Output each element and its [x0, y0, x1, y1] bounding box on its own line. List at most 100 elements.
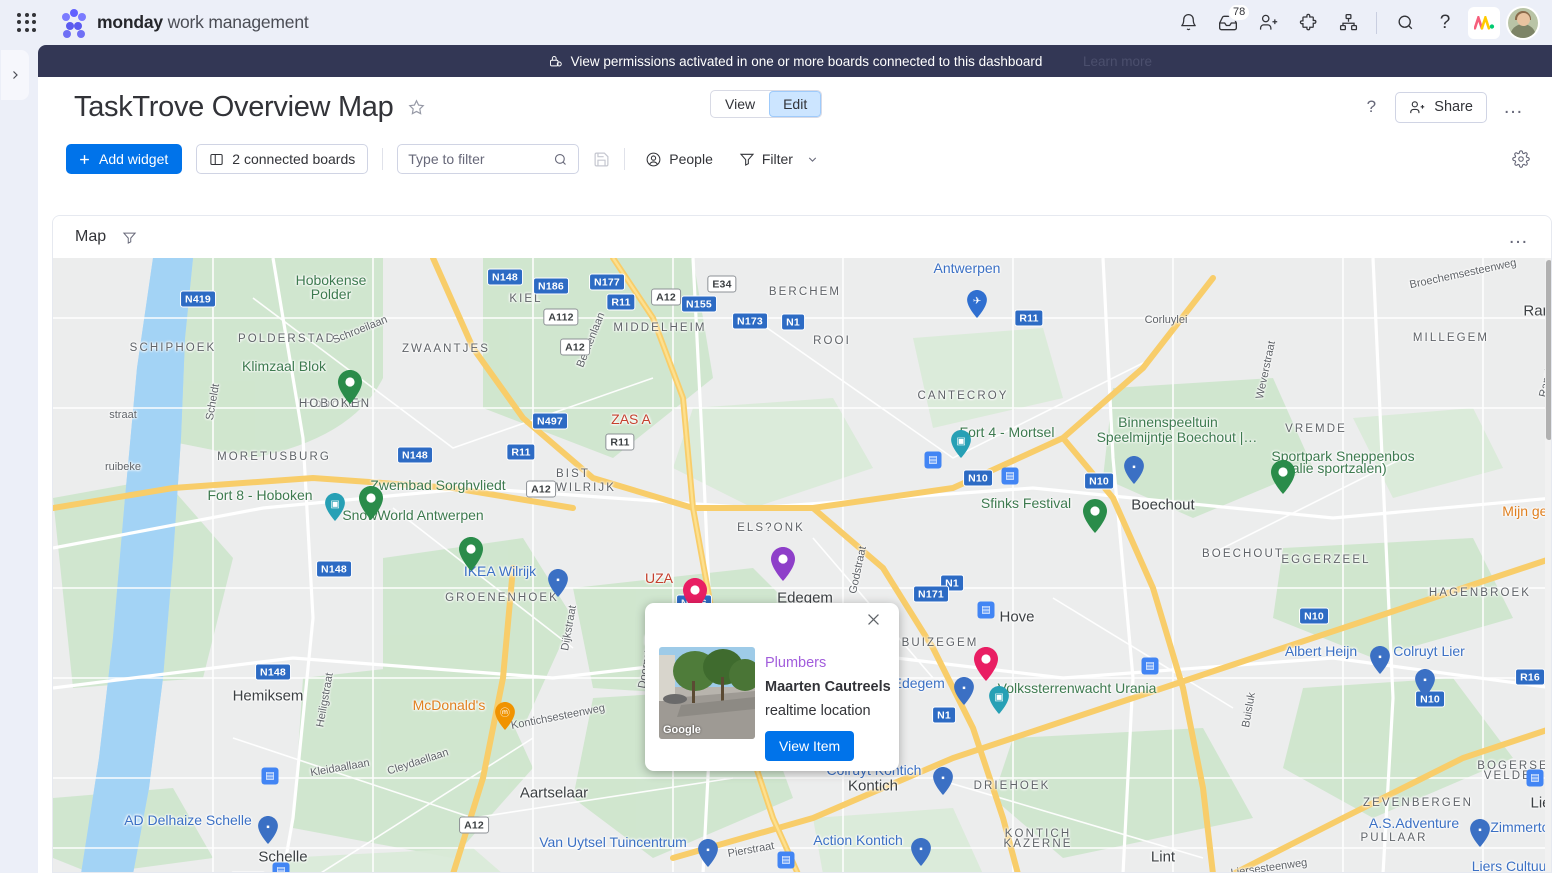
funnel-icon [739, 151, 755, 167]
svg-text:▪: ▪ [1378, 652, 1382, 663]
road-shield: N177 [589, 273, 625, 291]
monday-logo-icon [60, 8, 88, 38]
map-widget-more-menu[interactable]: … [1508, 227, 1529, 247]
topbar-divider [1376, 11, 1377, 34]
people-label: People [669, 151, 713, 167]
transit-station-icon[interactable]: ▤ [1141, 657, 1159, 675]
brand-name: monday [97, 12, 163, 32]
brand-title: monday work management [97, 12, 309, 33]
map-scrollbar[interactable] [1545, 258, 1551, 872]
road-shield: R16 [1515, 668, 1545, 686]
transit-station-icon[interactable]: ▤ [1526, 769, 1544, 787]
permissions-banner: View permissions activated in one or mor… [38, 45, 1552, 77]
view-edit-toggle: View Edit [710, 90, 823, 118]
svg-text:▪: ▪ [1423, 675, 1427, 686]
transit-station-icon[interactable]: ▤ [272, 862, 290, 872]
dashboard-toolbar: Add widget 2 connected boards Type to fi… [38, 137, 1552, 181]
help-icon-label: ? [1439, 11, 1451, 33]
lock-permissions-icon [548, 54, 563, 69]
dashboard-more-menu[interactable]: … [1497, 97, 1530, 117]
map-widget: Map … Antwerpen Hoboken HOBOKEN Edegem H… [52, 215, 1552, 873]
monday-product-icon[interactable] [1468, 6, 1500, 39]
share-button-label: Share [1434, 99, 1473, 115]
search-input[interactable] [408, 151, 549, 167]
share-button[interactable]: Share [1395, 91, 1487, 123]
road-shield: N10 [1299, 607, 1329, 625]
road-shield: N10 [1084, 472, 1114, 490]
transit-station-icon[interactable]: ▤ [977, 601, 995, 619]
search-icon[interactable] [553, 152, 568, 167]
motorway-shield: A12 [526, 480, 556, 498]
sidebar-rail [0, 45, 30, 873]
motorway-shield: A12 [651, 288, 681, 306]
road-shield: N148 [255, 663, 291, 681]
filter-label: Filter [761, 151, 793, 167]
streetview-thumbnail[interactable]: Google [659, 647, 755, 739]
global-topbar: monday work management 78 ? [0, 0, 1552, 45]
road-shield: N173 [732, 312, 768, 330]
view-item-button[interactable]: View Item [765, 731, 855, 761]
search-icon[interactable] [1388, 6, 1422, 40]
svg-text:▪: ▪ [941, 773, 945, 784]
dashboard-help-icon[interactable]: ? [1357, 93, 1385, 121]
star-icon[interactable] [407, 98, 426, 117]
plus-icon [77, 152, 92, 167]
google-map-canvas[interactable]: Antwerpen Hoboken HOBOKEN Edegem Hove Boechou… [53, 258, 1551, 872]
person-circle-icon [645, 151, 662, 168]
save-disk-icon[interactable] [593, 151, 610, 168]
road-shield: N148 [316, 560, 352, 578]
apps-grid-icon[interactable] [14, 10, 40, 36]
road-shield: N148 [487, 268, 523, 286]
connected-boards-button[interactable]: 2 connected boards [196, 144, 369, 174]
filter-button[interactable]: Filter [733, 147, 825, 171]
topbar-actions: 78 ? [1171, 4, 1538, 40]
brand-logo[interactable]: monday work management [60, 8, 309, 38]
monday-dashboard-app: monday work management 78 ? View permiss… [0, 0, 1552, 873]
learn-more-link[interactable]: Learn more [1083, 54, 1152, 69]
add-widget-button[interactable]: Add widget [66, 144, 183, 174]
dashboard-panel: View permissions activated in one or mor… [38, 45, 1552, 873]
sidebar-expand-button[interactable] [1, 50, 29, 100]
svg-text:▪: ▪ [556, 575, 560, 586]
connected-boards-label: 2 connected boards [232, 151, 356, 167]
transit-station-icon[interactable]: ▤ [261, 767, 279, 785]
permissions-banner-text: View permissions activated in one or mor… [570, 53, 1043, 69]
filter-search-box[interactable] [397, 144, 580, 174]
popup-subtitle: realtime location [765, 703, 871, 719]
google-watermark: Google [663, 724, 701, 736]
road-shield: N155 [681, 295, 717, 313]
svg-text:▪: ▪ [1132, 462, 1136, 473]
svg-text:▪: ▪ [1478, 825, 1482, 836]
gear-icon[interactable] [1512, 150, 1530, 168]
close-icon[interactable] [865, 611, 889, 635]
transit-station-icon[interactable]: ▤ [1001, 467, 1019, 485]
svg-text:▪: ▪ [706, 845, 710, 856]
inbox-icon[interactable]: 78 [1211, 4, 1250, 40]
popup-category: Plumbers [765, 655, 827, 671]
tab-edit[interactable]: Edit [769, 91, 822, 117]
tab-view[interactable]: View [711, 91, 769, 117]
road-shield: R11 [1014, 309, 1044, 327]
popup-item-name: Maarten Cautreels [765, 679, 891, 695]
motorway-shield: R11 [605, 433, 635, 451]
hierarchy-icon[interactable] [1331, 6, 1365, 40]
puzzle-icon[interactable] [1291, 6, 1325, 40]
dashboard-header: TaskTrove Overview Map View Edit ? Share… [38, 77, 1552, 137]
share-person-icon [1409, 99, 1426, 116]
bell-icon[interactable] [1171, 6, 1205, 40]
svg-text:▪: ▪ [266, 822, 270, 833]
invite-person-icon[interactable] [1251, 6, 1285, 40]
user-avatar[interactable] [1508, 7, 1538, 38]
road-shield: N148 [397, 446, 433, 464]
transit-station-icon[interactable]: ▤ [924, 451, 942, 469]
motorway-shield: A112 [543, 308, 579, 326]
widget-funnel-icon[interactable] [122, 230, 137, 245]
people-filter-button[interactable]: People [639, 147, 719, 172]
boards-panel-icon [209, 152, 224, 167]
motorway-shield: E34 [707, 275, 737, 293]
chevron-down-icon[interactable] [806, 153, 819, 166]
help-icon[interactable]: ? [1428, 6, 1462, 40]
road-shield: N1 [781, 313, 805, 331]
dashboard-header-actions: ? Share … [1357, 91, 1530, 123]
transit-station-icon[interactable]: ▤ [777, 851, 795, 869]
